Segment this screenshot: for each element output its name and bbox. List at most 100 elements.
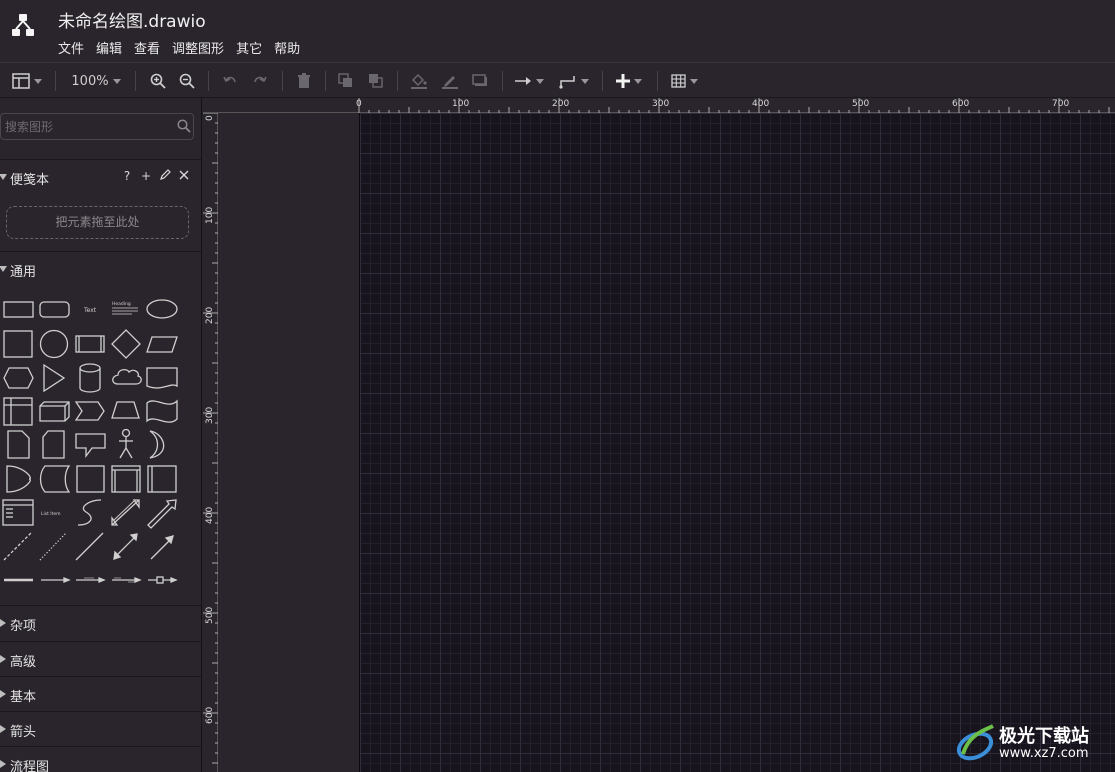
insert-button[interactable] <box>611 69 647 93</box>
section-arrows[interactable]: 箭头 <box>0 711 201 745</box>
menu-extras[interactable]: 其它 <box>230 36 268 59</box>
toolbar-divider <box>135 71 136 91</box>
menu-edit[interactable]: 编辑 <box>90 36 128 59</box>
cylinder-shape[interactable] <box>79 363 101 393</box>
trapezoid-shape[interactable] <box>111 401 140 419</box>
square-shape[interactable] <box>3 330 33 358</box>
menu-arrange[interactable]: 调整图形 <box>166 36 230 59</box>
textbox-shape[interactable]: Heading <box>112 301 138 315</box>
section-advanced[interactable]: 高级 <box>0 641 201 675</box>
container-shape[interactable] <box>111 465 141 493</box>
pencil-icon <box>442 76 458 89</box>
list-shape[interactable] <box>2 499 34 526</box>
line-shape[interactable] <box>75 532 104 561</box>
zoom-in-button[interactable] <box>146 69 170 93</box>
ruler-label: 400 <box>752 99 770 109</box>
view-panels-button[interactable] <box>8 69 46 93</box>
app-header: 未命名绘图.drawio 文件 编辑 查看 调整图形 其它 帮助 <box>0 0 1115 62</box>
section-misc[interactable]: 杂项 <box>0 605 201 639</box>
close-icon[interactable] <box>178 169 190 183</box>
ruler-label: 600 <box>205 706 215 724</box>
search-icon[interactable] <box>177 119 191 133</box>
connector-symbol-shape[interactable] <box>148 576 178 584</box>
undo-icon <box>223 76 236 83</box>
ruler-label: 100 <box>205 206 215 224</box>
hexagon-shape[interactable] <box>3 367 34 389</box>
connector-two-labels-shape[interactable] <box>112 577 142 583</box>
menu-help[interactable]: 帮助 <box>268 36 306 59</box>
drawio-logo-icon[interactable] <box>8 10 38 40</box>
text-shape[interactable]: Text <box>83 307 97 314</box>
circle-shape[interactable] <box>39 329 69 359</box>
triangle-shape[interactable] <box>43 363 66 393</box>
line-color-button[interactable] <box>437 69 463 93</box>
section-label: 通用 <box>10 265 37 280</box>
zoom-out-icon <box>179 73 195 89</box>
toolbar-divider <box>55 71 56 91</box>
document-title[interactable]: 未命名绘图.drawio <box>58 7 206 32</box>
bring-to-front-icon <box>338 73 352 87</box>
to-front-button[interactable] <box>334 69 358 93</box>
fill-color-button[interactable] <box>406 69 432 93</box>
curve-shape[interactable] <box>77 499 102 526</box>
list-container-shape[interactable] <box>147 465 177 493</box>
zoom-select[interactable]: 100% <box>66 69 126 93</box>
ellipse-shape[interactable] <box>146 299 178 319</box>
section-flowchart[interactable]: 流程图 <box>0 746 201 772</box>
section-label: 基本 <box>10 690 37 705</box>
rectangle-shape[interactable] <box>3 301 34 318</box>
edit-icon[interactable] <box>159 169 171 183</box>
connector-arrow-shape[interactable] <box>41 577 71 583</box>
shadow-button[interactable] <box>467 69 493 93</box>
shadow-icon <box>472 74 487 86</box>
shape-search-input[interactable] <box>5 117 165 136</box>
bidirectional-arrow-shape[interactable] <box>111 499 140 526</box>
table-button[interactable] <box>666 69 702 93</box>
undo-button[interactable] <box>218 69 242 93</box>
dotted-line-shape[interactable] <box>39 532 67 561</box>
section-general[interactable]: 通用 <box>0 251 201 285</box>
help-button[interactable]: ? <box>121 169 133 183</box>
cube-shape[interactable] <box>39 401 70 422</box>
redo-button[interactable] <box>248 69 272 93</box>
directional-connector-shape[interactable] <box>150 535 174 560</box>
menu-file[interactable]: 文件 <box>52 36 90 59</box>
actor-shape[interactable] <box>119 428 133 459</box>
document-shape[interactable] <box>146 367 178 389</box>
waypoints-button[interactable] <box>556 69 592 93</box>
tape-shape[interactable] <box>146 399 178 423</box>
section-basic[interactable]: 基本 <box>0 676 201 710</box>
arrow-shape[interactable] <box>147 499 177 529</box>
delete-button[interactable] <box>292 69 316 93</box>
note-shape[interactable] <box>7 430 30 459</box>
rounded-rectangle-shape[interactable] <box>39 301 70 318</box>
or-shape[interactable] <box>149 430 165 459</box>
add-button[interactable]: + <box>140 169 152 183</box>
callout-shape[interactable] <box>75 433 106 458</box>
square-frame-shape[interactable] <box>76 465 105 493</box>
zoom-out-button[interactable] <box>175 69 199 93</box>
collapsed-triangle-icon <box>0 690 6 698</box>
drawing-canvas[interactable] <box>359 113 1115 772</box>
connector-label-shape[interactable] <box>76 577 106 583</box>
cloud-shape[interactable] <box>112 368 142 385</box>
dashed-line-shape[interactable] <box>3 532 32 561</box>
canvas-margin[interactable] <box>218 113 359 772</box>
step-shape[interactable] <box>74 401 105 421</box>
scratchpad-dropzone[interactable]: 把元素拖至此处 <box>6 206 189 239</box>
menu-view[interactable]: 查看 <box>128 36 166 59</box>
list-item-shape[interactable]: List Item <box>41 511 61 517</box>
connection-style-button[interactable] <box>511 69 547 93</box>
diamond-shape[interactable] <box>111 329 141 359</box>
delay-shape[interactable] <box>6 465 31 493</box>
parallelogram-shape[interactable] <box>146 336 178 353</box>
collapsed-triangle-icon <box>0 725 6 733</box>
data-storage-shape[interactable] <box>39 465 71 493</box>
watermark-logo-icon <box>956 724 994 761</box>
bidirectional-connector-shape[interactable] <box>113 533 138 560</box>
internal-storage-shape[interactable] <box>3 397 33 426</box>
process-shape[interactable] <box>75 335 105 353</box>
section-scratchpad[interactable]: 便笺本 ? + <box>0 159 201 193</box>
to-back-button[interactable] <box>364 69 388 93</box>
card-shape[interactable] <box>42 430 65 459</box>
